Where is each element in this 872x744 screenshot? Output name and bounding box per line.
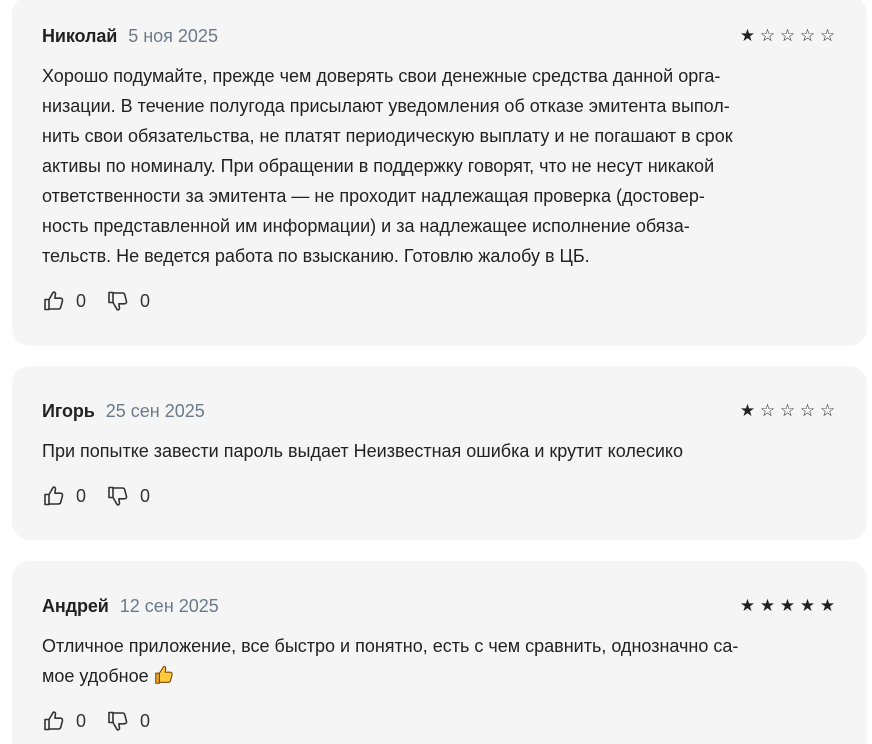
review-header: Андрей 12 сен 2025 ★ ★ ★ ★ ★ [42,591,837,621]
reviews-list: Николай 5 ноя 2025 ★ ☆ ☆ ☆ ☆ Хорошо подумайт… [0,0,872,744]
review-card: Николай 5 ноя 2025 ★ ☆ ☆ ☆ ☆ Хорошо подумайт… [12,0,867,346]
like-button[interactable]: 0 [42,289,86,313]
like-button[interactable]: 0 [42,484,86,508]
review-meta: Игорь 25 сен 2025 [42,401,205,422]
star-empty-icon: ☆ [819,400,836,421]
thumbs-up-emoji [153,664,175,695]
star-rating: ★ ☆ ☆ ☆ ☆ [738,25,837,46]
review-author: Николай [42,25,118,46]
star-filled-icon: ★ [739,25,756,46]
star-filled-icon: ★ [799,595,816,616]
review-header: Игорь 25 сен 2025 ★ ☆ ☆ ☆ ☆ [42,396,837,426]
star-empty-icon: ☆ [779,25,796,46]
dislike-button[interactable]: 0 [106,709,150,733]
like-count: 0 [76,485,87,506]
review-header: Николай 5 ноя 2025 ★ ☆ ☆ ☆ ☆ [42,21,837,51]
review-author: Андрей [42,595,109,616]
thumbs-up-icon [42,709,66,733]
star-rating: ★ ☆ ☆ ☆ ☆ [738,400,837,421]
dislike-count: 0 [140,290,151,311]
star-empty-icon: ☆ [759,25,776,46]
star-filled-icon: ★ [819,595,836,616]
review-date: 12 сен 2025 [119,595,219,616]
review-date: 5 ноя 2025 [128,25,218,46]
star-filled-icon: ★ [779,595,796,616]
star-empty-icon: ☆ [799,25,816,46]
review-votes: 0 0 [42,288,150,314]
thumbs-up-icon [42,484,66,508]
star-filled-icon: ★ [739,400,756,421]
dislike-button[interactable]: 0 [106,289,150,313]
star-empty-icon: ☆ [799,400,816,421]
star-empty-icon: ☆ [779,400,796,421]
review-text-content: При попытке завести пароль выдает Неизве… [42,441,684,461]
review-date: 25 сен 2025 [105,400,205,421]
review-meta: Николай 5 ноя 2025 [42,26,218,47]
like-button[interactable]: 0 [42,709,86,733]
review-card: Андрей 12 сен 2025 ★ ★ ★ ★ ★ Отличное прилож… [12,561,867,744]
review-votes: 0 0 [42,708,150,734]
dislike-button[interactable]: 0 [106,484,150,508]
review-card: Игорь 25 сен 2025 ★ ☆ ☆ ☆ ☆ При попытке заве… [12,366,867,540]
review-text: Хорошо подумайте, прежде чем доверять св… [42,61,839,271]
review-text-content: Отличное приложение, все быстро и понятн… [42,636,739,686]
dislike-count: 0 [140,710,151,731]
star-filled-icon: ★ [759,595,776,616]
star-empty-icon: ☆ [759,400,776,421]
star-filled-icon: ★ [739,595,756,616]
review-text: При попытке завести пароль выдает Неизве… [42,436,839,466]
review-meta: Андрей 12 сен 2025 [42,596,219,617]
review-text: Отличное приложение, все быстро и понятн… [42,631,839,695]
thumbs-down-icon [106,484,130,508]
review-votes: 0 0 [42,483,150,509]
like-count: 0 [76,710,87,731]
star-rating: ★ ★ ★ ★ ★ [738,595,837,616]
thumbs-down-icon [106,289,130,313]
review-author: Игорь [42,400,95,421]
thumbs-down-icon [106,709,130,733]
thumbs-up-icon [42,289,66,313]
star-empty-icon: ☆ [819,25,836,46]
like-count: 0 [76,290,87,311]
review-text-content: Хорошо подумайте, прежде чем доверять св… [42,66,733,266]
dislike-count: 0 [140,485,151,506]
